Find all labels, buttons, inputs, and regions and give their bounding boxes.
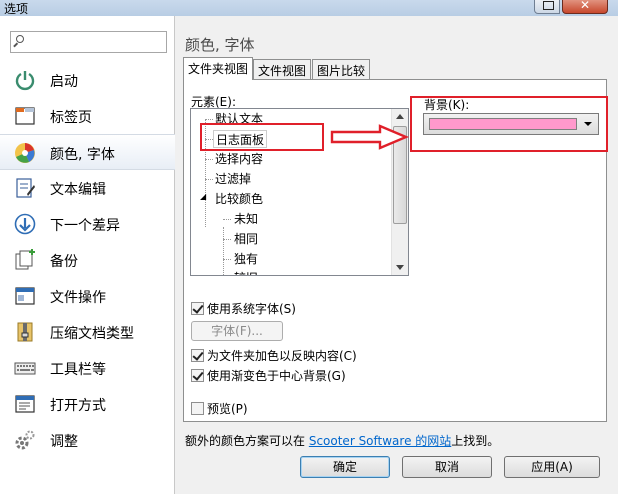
archive-icon	[17, 322, 33, 342]
gear-icon	[15, 430, 35, 450]
settings-panel: 颜色, 字体 文件夹视图 文件视图 图片比较 元素(E): 默认文本 日志面板 …	[176, 16, 618, 456]
apply-button[interactable]: 应用(A)	[504, 456, 600, 478]
text-edit-icon	[16, 178, 35, 198]
tree-guide	[205, 159, 213, 160]
close-button[interactable]: ✕	[562, 0, 608, 14]
checkbox-checked[interactable]	[191, 369, 204, 382]
tree-item[interactable]: 选择内容	[215, 150, 263, 168]
sidebar-item-archive-types[interactable]: 压缩文档类型	[0, 314, 175, 350]
sidebar-item-tweaks[interactable]: 调整	[0, 422, 175, 458]
tree-item[interactable]: 未知	[234, 210, 258, 228]
sidebar-item-text-edit[interactable]: 文本编辑	[0, 170, 175, 206]
power-icon	[15, 71, 35, 91]
tab-page-icon	[15, 107, 35, 125]
scroll-down-icon[interactable]	[392, 259, 408, 275]
sidebar-item-label: 标签页	[50, 110, 92, 126]
checkbox-label: 使用系统字体(S)	[207, 302, 296, 316]
checkbox-label: 使用渐变色于中心背景(G)	[207, 369, 346, 383]
tab-folder-view[interactable]: 文件夹视图	[183, 57, 254, 80]
sidebar-item-label: 文件操作	[50, 290, 106, 306]
ok-button[interactable]: 确定	[300, 456, 390, 478]
tree-guide	[223, 227, 224, 275]
sidebar-item-label: 下一个差异	[50, 218, 120, 234]
checkbox-label: 预览(P)	[207, 402, 248, 416]
annotation-arrow-icon	[330, 124, 410, 150]
file-operation-icon	[15, 287, 35, 305]
sidebar-item-label: 打开方式	[50, 398, 106, 414]
scooter-website-link[interactable]: Scooter Software 的网站	[309, 434, 451, 448]
footer-note: 额外的颜色方案可以在 Scooter Software 的网站上找到。	[185, 432, 499, 449]
tab-file-view[interactable]: 文件视图	[253, 59, 312, 79]
tree-guide	[223, 219, 231, 220]
search-input[interactable]	[27, 33, 163, 51]
footer-suffix: 上找到。	[451, 434, 500, 448]
sidebar-item-next-difference[interactable]: 下一个差异	[0, 206, 175, 242]
sidebar-item-startup[interactable]: 启动	[0, 62, 175, 98]
checkbox-checked[interactable]	[191, 302, 204, 315]
annotation-box-background	[410, 96, 608, 152]
sidebar-item-file-operations[interactable]: 文件操作	[0, 278, 175, 314]
annotation-box-log-panel	[200, 123, 324, 151]
checkbox-label: 为文件夹加色以反映内容(C)	[207, 349, 357, 363]
sidebar-item-label: 颜色, 字体	[50, 147, 115, 163]
tree-guide	[205, 179, 213, 180]
collapse-triangle-icon[interactable]: ◢	[200, 192, 206, 201]
sidebar-item-label: 调整	[50, 434, 78, 450]
sidebar: 启动 标签页 颜色, 字体 文本编辑 下一个差异 备份 文件操作 压缩文档类型 …	[0, 16, 175, 494]
tree-item[interactable]: 独有	[234, 250, 258, 268]
tree-item[interactable]: 比较颜色	[215, 190, 263, 208]
sidebar-item-tabs[interactable]: 标签页	[0, 98, 175, 134]
backup-icon	[15, 249, 35, 270]
font-button[interactable]: 字体(F)...	[191, 321, 283, 341]
title-bar: 选项 ✕	[0, 0, 618, 16]
sidebar-item-toolbars[interactable]: 工具栏等	[0, 350, 175, 386]
cancel-button[interactable]: 取消	[402, 456, 492, 478]
tree-item[interactable]: 较旧	[234, 269, 258, 275]
footer-prefix: 额外的颜色方案可以在	[185, 434, 309, 448]
tree-guide	[205, 119, 213, 120]
keyboard-icon	[14, 362, 36, 375]
checkbox-unchecked[interactable]	[191, 402, 204, 415]
sidebar-item-colors-fonts[interactable]: 颜色, 字体	[0, 134, 175, 170]
sidebar-item-label: 文本编辑	[50, 182, 106, 198]
color-palette-icon	[15, 143, 35, 163]
sidebar-item-label: 备份	[50, 254, 78, 270]
use-system-font-checkbox[interactable]: 使用系统字体(S)	[191, 302, 296, 318]
search-icon	[16, 35, 24, 43]
scroll-up-icon[interactable]	[392, 109, 408, 125]
next-difference-icon	[14, 213, 36, 235]
tree-guide	[223, 239, 231, 240]
color-folders-checkbox[interactable]: 为文件夹加色以反映内容(C)	[191, 349, 357, 365]
sidebar-item-label: 工具栏等	[50, 362, 106, 378]
gradient-background-checkbox[interactable]: 使用渐变色于中心背景(G)	[191, 369, 346, 385]
search-box[interactable]	[10, 31, 167, 53]
sidebar-item-label: 压缩文档类型	[50, 326, 134, 342]
tree-guide	[223, 259, 231, 260]
checkbox-checked[interactable]	[191, 349, 204, 362]
tree-item[interactable]: 相同	[234, 230, 258, 248]
page-title: 颜色, 字体	[185, 36, 255, 54]
sidebar-item-backup[interactable]: 备份	[0, 242, 175, 278]
preview-checkbox[interactable]: 预览(P)	[191, 402, 248, 418]
open-with-icon	[15, 395, 35, 413]
sidebar-item-open-with[interactable]: 打开方式	[0, 386, 175, 422]
restore-button[interactable]	[534, 0, 560, 14]
tab-picture-compare[interactable]: 图片比较	[312, 59, 371, 79]
window-title: 选项	[4, 2, 29, 16]
sidebar-item-label: 启动	[50, 74, 78, 90]
tree-item[interactable]: 过滤掉	[215, 170, 251, 188]
